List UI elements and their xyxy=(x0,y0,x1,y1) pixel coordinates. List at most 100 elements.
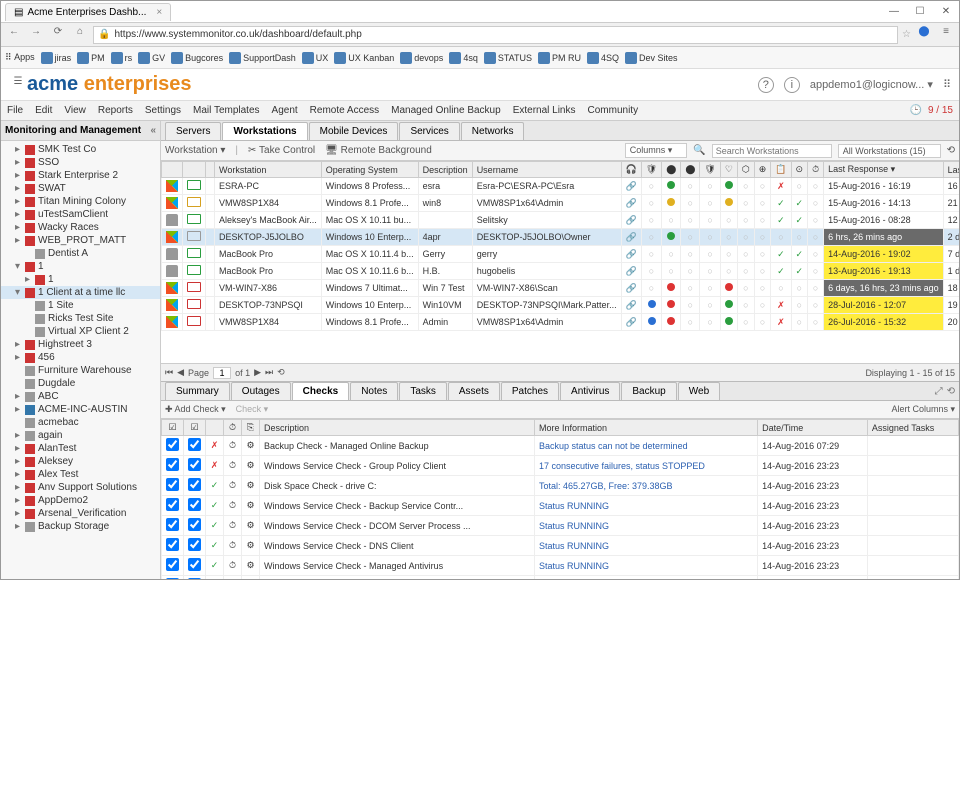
check-col-header[interactable]: Assigned Tasks xyxy=(867,420,958,436)
link-icon[interactable]: 🔗 xyxy=(621,195,641,212)
bookmark-item[interactable]: Bugcores xyxy=(171,52,223,64)
workstation-row[interactable]: VM-WIN7-X86Windows 7 Ultimat...Win 7 Tes… xyxy=(162,280,960,297)
col-header[interactable]: Description xyxy=(418,162,472,178)
link-icon[interactable]: 🔗 xyxy=(621,212,641,229)
gear-icon[interactable]: ⚙ xyxy=(242,496,260,516)
bookmark-item[interactable]: rs xyxy=(111,52,133,64)
tree-item[interactable]: ▸ABC xyxy=(1,390,160,403)
check-col-header[interactable]: Date/Time xyxy=(758,420,868,436)
check-checkbox[interactable] xyxy=(166,458,179,471)
gear-icon[interactable]: ⚙ xyxy=(242,516,260,536)
col-header[interactable]: Username xyxy=(472,162,621,178)
bookmark-star-icon[interactable]: ☆ xyxy=(902,29,911,40)
menu-managed-online-backup[interactable]: Managed Online Backup xyxy=(391,105,501,116)
menu-agent[interactable]: Agent xyxy=(272,105,298,116)
tab-servers[interactable]: Servers xyxy=(165,122,221,140)
bookmark-item[interactable]: Dev Sites xyxy=(625,52,678,64)
check-row[interactable]: ✓⏱⚙Disk Space Check - drive C:Total: 465… xyxy=(162,476,959,496)
detail-expand-icon[interactable]: ⤢ xyxy=(935,386,943,397)
tree-item[interactable]: ▸456 xyxy=(1,351,160,364)
workstation-menu[interactable]: Workstation ▾ xyxy=(165,145,225,156)
menu-edit[interactable]: Edit xyxy=(35,105,52,116)
tab-networks[interactable]: Networks xyxy=(461,122,525,140)
detail-tab-notes[interactable]: Notes xyxy=(350,382,398,400)
home-icon[interactable]: ⌂ xyxy=(71,26,89,44)
tree-item[interactable]: ▸Titan Mining Colony xyxy=(1,195,160,208)
check-row[interactable]: ✓⏱⚙Windows Service Check - DCOM Server P… xyxy=(162,516,959,536)
bookmark-item[interactable]: jiras xyxy=(41,52,72,64)
check-checkbox[interactable] xyxy=(166,558,179,571)
alert-columns-menu[interactable]: Alert Columns ▾ xyxy=(891,404,955,415)
menu-community[interactable]: Community xyxy=(588,105,639,116)
link-icon[interactable]: 🔗 xyxy=(621,229,641,246)
info-icon[interactable]: i xyxy=(784,77,800,93)
back-icon[interactable]: ← xyxy=(5,26,23,44)
tab-workstations[interactable]: Workstations xyxy=(222,122,307,140)
check-checkbox-2[interactable] xyxy=(188,578,201,579)
col-header[interactable]: Last Boot Time xyxy=(943,162,959,178)
tree-item[interactable]: Virtual XP Client 2 xyxy=(1,325,160,338)
workstation-row[interactable]: Aleksey's MacBook Air...Mac OS X 10.11 b… xyxy=(162,212,960,229)
status-col[interactable]: ⊙ xyxy=(791,162,808,178)
bookmark-item[interactable]: 4SQ xyxy=(587,52,619,64)
status-col[interactable]: ⬤ xyxy=(662,162,681,178)
menu-external-links[interactable]: External Links xyxy=(513,105,576,116)
tree-item[interactable]: Furniture Warehouse xyxy=(1,364,160,377)
tree-item[interactable]: Dentist A xyxy=(1,247,160,260)
check-col[interactable]: ⏱ xyxy=(224,420,242,436)
workstation-row[interactable]: MacBook ProMac OS X 10.11.6 b...H.B.hugo… xyxy=(162,263,960,280)
tree-item[interactable]: ▸Backup Storage xyxy=(1,520,160,533)
page-input[interactable] xyxy=(213,367,231,379)
check-checkbox-2[interactable] xyxy=(188,478,201,491)
status-col[interactable]: ⬡ xyxy=(737,162,754,178)
check-row[interactable]: ✗⏱⚙Backup Check - Managed Online BackupB… xyxy=(162,436,959,456)
workstation-row[interactable]: DESKTOP-J5JOLBOWindows 10 Enterp...4aprD… xyxy=(162,229,960,246)
link-icon[interactable]: 🔗 xyxy=(621,280,641,297)
tree-item[interactable]: ▸AlanTest xyxy=(1,442,160,455)
tree-item[interactable]: ▸again xyxy=(1,429,160,442)
check-col[interactable] xyxy=(206,420,224,436)
link-icon[interactable]: 🔗 xyxy=(621,263,641,280)
detail-tab-tasks[interactable]: Tasks xyxy=(399,382,447,400)
workstation-row[interactable]: ESRA-PCWindows 8 Profess...esraEsra-PC\E… xyxy=(162,178,960,195)
link-icon[interactable]: 🔗 xyxy=(621,297,641,314)
menu-file[interactable]: File xyxy=(7,105,23,116)
status-col[interactable]: ⊕ xyxy=(754,162,771,178)
add-check-button[interactable]: ✚ Add Check ▾ xyxy=(165,404,226,415)
menu-mail-templates[interactable]: Mail Templates xyxy=(193,105,260,116)
tab-services[interactable]: Services xyxy=(399,122,459,140)
check-checkbox[interactable] xyxy=(166,438,179,451)
tree-item[interactable]: ▸Arsenal_Verification xyxy=(1,507,160,520)
help-icon[interactable]: ? xyxy=(758,77,774,93)
tab-mobile-devices[interactable]: Mobile Devices xyxy=(309,122,399,140)
bookmark-item[interactable]: GV xyxy=(138,52,165,64)
tree-item[interactable]: ▸SMK Test Co xyxy=(1,143,160,156)
workstation-row[interactable]: MacBook ProMac OS X 10.11.4 b...Gerryger… xyxy=(162,246,960,263)
gear-icon[interactable]: ⚙ xyxy=(242,456,260,476)
status-col[interactable]: ⏱ xyxy=(808,162,824,178)
workstation-row[interactable]: VMW8SP1X84Windows 8.1 Profe...win8VMW8SP… xyxy=(162,195,960,212)
page-next-icon[interactable]: ▶ xyxy=(254,367,261,378)
workstation-row[interactable]: DESKTOP-73NPSQIWindows 10 Enterp...Win10… xyxy=(162,297,960,314)
bookmark-item[interactable]: SupportDash xyxy=(229,52,296,64)
check-checkbox-2[interactable] xyxy=(188,558,201,571)
profile-icon[interactable]: ⬤ xyxy=(915,26,933,44)
forward-icon[interactable]: → xyxy=(27,26,45,44)
browser-tab[interactable]: ▤ Acme Enterprises Dashb... × xyxy=(5,3,171,21)
filter-dropdown[interactable]: All Workstations (15) xyxy=(838,144,941,158)
detail-tab-outages[interactable]: Outages xyxy=(231,382,291,400)
tree-item[interactable]: ▸Alex Test xyxy=(1,468,160,481)
gear-icon[interactable]: ⚙ xyxy=(242,436,260,456)
tree-item[interactable]: ▸SWAT xyxy=(1,182,160,195)
columns-menu[interactable]: Columns ▾ xyxy=(625,143,688,158)
bookmark-item[interactable]: PM xyxy=(77,52,105,64)
check-col[interactable]: ☑ xyxy=(184,420,206,436)
link-icon[interactable]: 🔗 xyxy=(621,178,641,195)
tree-item[interactable]: ▸Anv Support Solutions xyxy=(1,481,160,494)
detail-tab-checks[interactable]: Checks xyxy=(292,382,350,400)
tree-item[interactable]: ▸WEB_PROT_MATT xyxy=(1,234,160,247)
close-icon[interactable]: ✕ xyxy=(937,6,955,17)
check-checkbox[interactable] xyxy=(166,578,179,579)
bookmark-item[interactable]: 4sq xyxy=(449,52,478,64)
tree-item[interactable]: Dugdale xyxy=(1,377,160,390)
